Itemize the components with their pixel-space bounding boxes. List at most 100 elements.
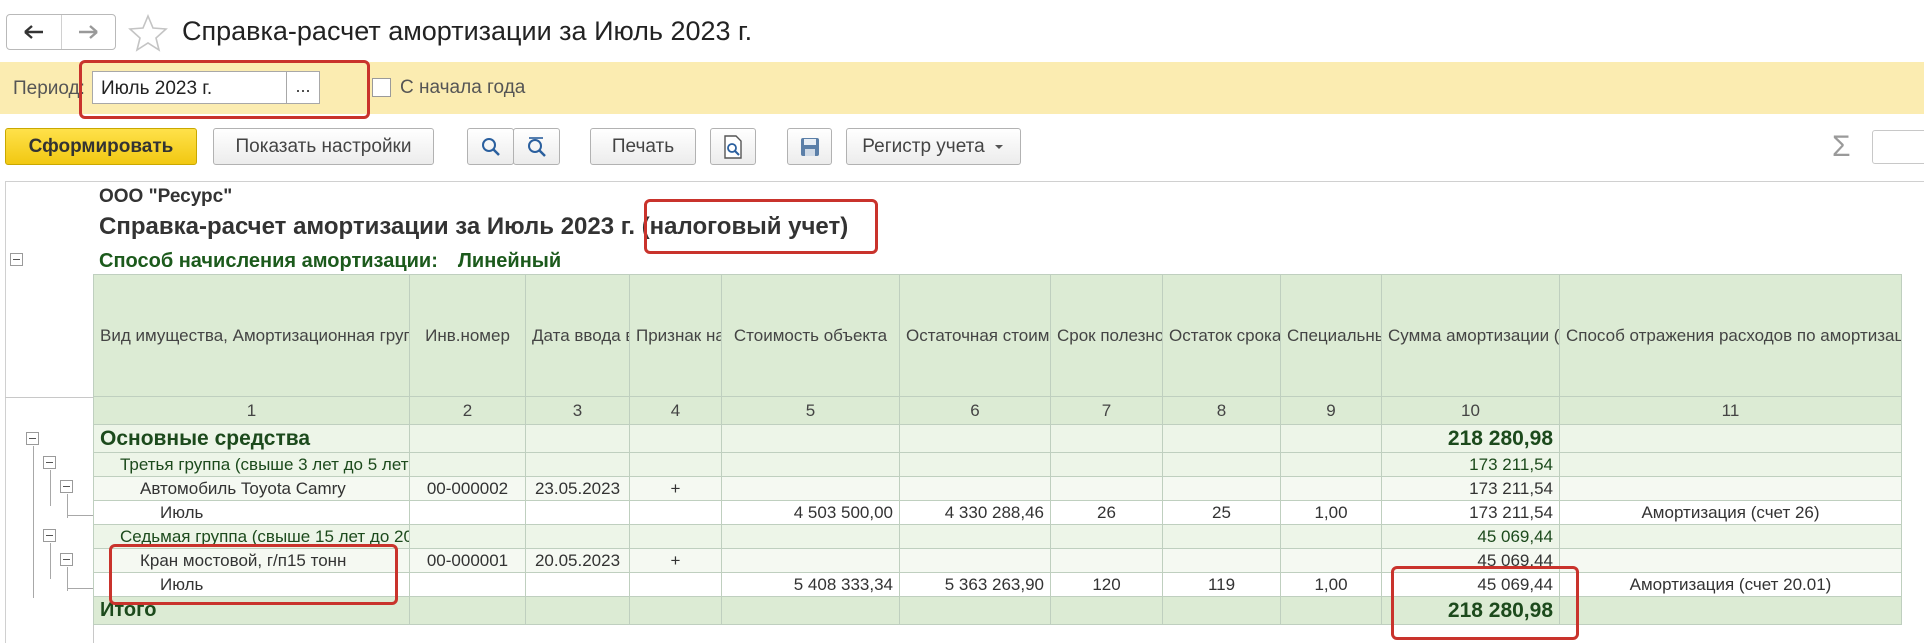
cell-term-left: 119 — [1162, 572, 1281, 597]
col-header: Инв.номер — [409, 274, 526, 397]
favorite-star-icon[interactable] — [128, 14, 168, 52]
cell-term-left — [1162, 452, 1281, 477]
col-header: Способ отражения расходов по амортизации — [1559, 274, 1902, 397]
cell-residual — [899, 548, 1051, 573]
collapse-crane-toggle[interactable] — [60, 553, 73, 566]
nav-buttons — [6, 14, 116, 50]
organization-name: ООО "Ресурс" — [99, 186, 233, 207]
cell-flag: + — [629, 548, 722, 573]
collapse-header-toggle[interactable] — [10, 253, 23, 266]
search-cancel-button[interactable] — [513, 128, 560, 165]
from-year-start-label[interactable]: С начала года — [400, 77, 525, 99]
cell-method — [1559, 548, 1902, 573]
cell-coef — [1280, 424, 1382, 453]
cell-name: Автомобиль Toyota Camry — [93, 476, 410, 501]
cell-method: Амортизация (счет 26) — [1559, 500, 1902, 525]
print-button[interactable]: Печать — [590, 128, 696, 165]
cell-coef — [1280, 452, 1382, 477]
column-numbers-row: 1 2 3 4 5 6 7 8 9 10 11 — [93, 396, 1902, 425]
cell-residual — [899, 524, 1051, 549]
generate-button[interactable]: Сформировать — [5, 128, 197, 165]
cell-coef — [1280, 476, 1382, 501]
cell-cost: 5 408 333,34 — [721, 572, 900, 597]
col-header: Специальный коэффициент — [1280, 274, 1382, 397]
table-row[interactable]: Основные средства 218 280,98 — [93, 424, 1902, 453]
cell-method — [1559, 424, 1902, 453]
print-preview-button[interactable] — [710, 128, 756, 165]
collapse-group3-toggle[interactable] — [43, 456, 56, 469]
tree-line — [33, 446, 34, 598]
cell-method: Амортизация (счет 20.01) — [1559, 572, 1902, 597]
cell-method — [1559, 476, 1902, 501]
col-number: 8 — [1162, 396, 1281, 425]
collapse-toyota-toggle[interactable] — [60, 480, 73, 493]
cell-coef: 1,00 — [1280, 500, 1382, 525]
col-header: Дата ввода в эксплуатацию — [525, 274, 630, 397]
col-number: 11 — [1559, 396, 1902, 425]
cell-term-left — [1162, 548, 1281, 573]
highlight-tax-accounting — [644, 199, 878, 254]
cell-inv — [409, 424, 526, 453]
cell-cost — [721, 476, 900, 501]
cell-name: Июль — [93, 500, 410, 525]
cell-term-left — [1162, 476, 1281, 501]
show-settings-button[interactable]: Показать настройки — [213, 128, 434, 165]
forward-button[interactable] — [60, 15, 116, 49]
window-title: Справка-расчет амортизации за Июль 2023 … — [182, 16, 753, 46]
col-number: 1 — [93, 396, 410, 425]
table-row[interactable]: Третья группа (свыше 3 лет до 5 лет вклю… — [93, 452, 1902, 477]
cell-residual — [899, 476, 1051, 501]
total-empty-cell — [721, 596, 900, 625]
cell-flag — [629, 424, 722, 453]
cell-inv — [409, 452, 526, 477]
highlight-sum — [1391, 566, 1579, 640]
col-number: 9 — [1280, 396, 1382, 425]
cell-sum: 173 211,54 — [1381, 476, 1560, 501]
from-year-start-checkbox[interactable] — [372, 78, 391, 97]
cell-flag — [629, 572, 722, 597]
search-cancel-icon — [527, 136, 546, 157]
cell-sum: 173 211,54 — [1381, 452, 1560, 477]
arrow-right-icon — [79, 25, 99, 39]
table-row[interactable]: Автомобиль Toyota Camry 00-000002 23.05.… — [93, 476, 1902, 501]
table-row[interactable]: Июль 4 503 500,00 4 330 288,46 26 25 1,0… — [93, 500, 1902, 525]
tree-line — [50, 470, 51, 506]
collapse-group7-toggle[interactable] — [43, 529, 56, 542]
floppy-disk-icon — [800, 137, 819, 156]
cell-date — [525, 452, 630, 477]
cell-method — [1559, 524, 1902, 549]
col-number: 3 — [525, 396, 630, 425]
cell-cost — [721, 424, 900, 453]
total-empty-cell — [1559, 596, 1902, 625]
total-empty-cell — [1280, 596, 1382, 625]
col-header: Срок полезного использования — [1050, 274, 1163, 397]
cell-inv — [409, 572, 526, 597]
total-empty-cell — [409, 596, 526, 625]
save-button[interactable] — [787, 128, 832, 165]
back-button[interactable] — [7, 15, 61, 49]
cell-coef — [1280, 548, 1382, 573]
cell-residual — [899, 424, 1051, 453]
header-separator — [5, 397, 95, 398]
cell-sum: 45 069,44 — [1381, 524, 1560, 549]
total-empty-cell — [1162, 596, 1281, 625]
cell-inv — [409, 524, 526, 549]
search-button[interactable] — [467, 128, 514, 165]
sum-field — [1872, 130, 1924, 164]
col-number: 6 — [899, 396, 1051, 425]
cell-flag — [629, 524, 722, 549]
cell-residual: 5 363 263,90 — [899, 572, 1051, 597]
tree-line — [50, 543, 51, 579]
total-empty-cell — [1050, 596, 1163, 625]
register-dropdown[interactable]: Регистр учета — [846, 128, 1021, 165]
col-header: Сумма амортизации (5) * (9) / (7), если … — [1381, 274, 1560, 397]
method-value: Линейный — [457, 250, 562, 272]
cell-date — [525, 524, 630, 549]
sigma-icon[interactable]: Σ — [1832, 130, 1851, 164]
table-header-row: Вид имущества, Амортизационная группа, О… — [93, 274, 1902, 397]
collapse-fixed-assets-toggle[interactable] — [26, 432, 39, 445]
method-label: Способ начисления амортизации: — [99, 250, 438, 272]
cell-term: 26 — [1050, 500, 1163, 525]
cell-term — [1050, 524, 1163, 549]
highlight-crane — [109, 544, 398, 605]
